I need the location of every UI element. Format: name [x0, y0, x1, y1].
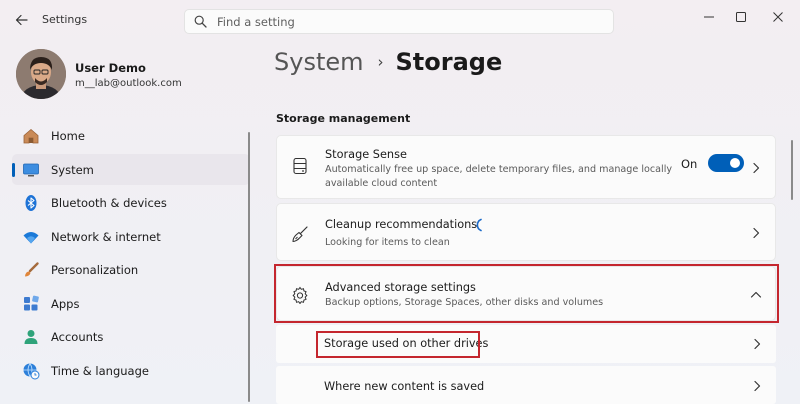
highlight-box-other-drives [316, 331, 480, 358]
sidebar-item-label: Home [51, 129, 85, 143]
cleanup-description: Looking for items to clean [325, 237, 450, 248]
maximize-icon [736, 12, 746, 22]
hard-drive-icon [290, 156, 310, 176]
avatar[interactable] [16, 49, 66, 99]
sidebar-item-accounts[interactable]: Accounts [12, 321, 250, 352]
account-icon [22, 328, 40, 346]
globe-clock-icon [22, 362, 40, 380]
sidebar-item-network[interactable]: Network & internet [12, 221, 250, 252]
sidebar-item-home[interactable]: Home [12, 120, 250, 151]
system-monitor-icon [22, 161, 40, 179]
sidebar-item-label: System [51, 162, 94, 177]
broom-icon [290, 224, 310, 244]
user-name: User Demo [75, 61, 146, 75]
home-icon [22, 127, 40, 145]
user-email: m__lab@outlook.com [75, 78, 182, 89]
sidebar-item-personalization[interactable]: Personalization [12, 254, 250, 285]
search-input[interactable] [217, 14, 597, 30]
highlight-box-advanced [274, 264, 779, 323]
storage-sense-description-line2: available cloud content [325, 178, 438, 189]
app-title: Settings [42, 13, 88, 26]
minimize-icon [704, 16, 714, 18]
close-icon [773, 12, 783, 22]
page-title: Storage [395, 48, 503, 76]
sidebar-item-label: Accounts [51, 330, 104, 344]
user-avatar-icon [16, 49, 66, 99]
sidebar-item-label: Time & language [51, 363, 149, 378]
chevron-right-icon [754, 380, 761, 392]
breadcrumb-separator: › [377, 53, 384, 71]
breadcrumb-parent[interactable]: System [274, 48, 364, 76]
title-bar: Settings [0, 0, 800, 40]
search-icon [194, 15, 207, 28]
search-box[interactable] [184, 9, 614, 34]
paintbrush-icon [22, 261, 40, 279]
new-content-saved-label: Where new content is saved [324, 380, 485, 393]
cleanup-recommendations-card[interactable]: Cleanup recommendations Looking for item… [276, 203, 776, 261]
maximize-button[interactable] [728, 6, 754, 28]
new-content-saved-row[interactable]: Where new content is saved [276, 366, 776, 404]
sidebar-item-bluetooth[interactable]: Bluetooth & devices [12, 187, 250, 218]
toggle-state-label: On [681, 157, 698, 171]
breadcrumb: System › Storage [274, 48, 502, 76]
sidebar-nav: Home System Bluetooth & devices Network … [12, 120, 250, 388]
arrow-left-icon [15, 14, 28, 26]
wifi-icon [22, 228, 40, 246]
storage-sense-card[interactable]: Storage Sense Automatically free up spac… [276, 135, 776, 199]
toggle-knob [730, 158, 740, 168]
apps-icon [22, 295, 40, 313]
close-button[interactable] [765, 6, 791, 28]
chevron-right-icon [753, 227, 760, 239]
back-button[interactable] [10, 10, 32, 30]
storage-sense-description-line1: Automatically free up space, delete temp… [325, 164, 673, 175]
main-scrollbar[interactable] [791, 140, 793, 200]
cleanup-title: Cleanup recommendations [325, 218, 478, 231]
sidebar-item-system[interactable]: System [12, 153, 250, 185]
sidebar-item-label: Network & internet [51, 229, 161, 244]
chevron-right-icon [754, 338, 761, 350]
storage-sense-toggle[interactable] [708, 154, 744, 172]
sidebar-item-label: Personalization [51, 263, 139, 277]
bluetooth-icon [22, 194, 40, 212]
sidebar-item-apps[interactable]: Apps [12, 288, 250, 319]
sidebar-item-label: Apps [51, 296, 80, 311]
loading-spinner-icon [476, 218, 482, 232]
storage-sense-title: Storage Sense [325, 148, 407, 161]
sidebar-item-label: Bluetooth & devices [51, 196, 167, 210]
section-title: Storage management [276, 112, 411, 125]
active-indicator [12, 162, 15, 177]
sidebar-scrollbar[interactable] [248, 132, 250, 402]
chevron-right-icon [753, 162, 760, 174]
sidebar-item-time-language[interactable]: Time & language [12, 355, 250, 386]
minimize-button[interactable] [696, 6, 722, 28]
